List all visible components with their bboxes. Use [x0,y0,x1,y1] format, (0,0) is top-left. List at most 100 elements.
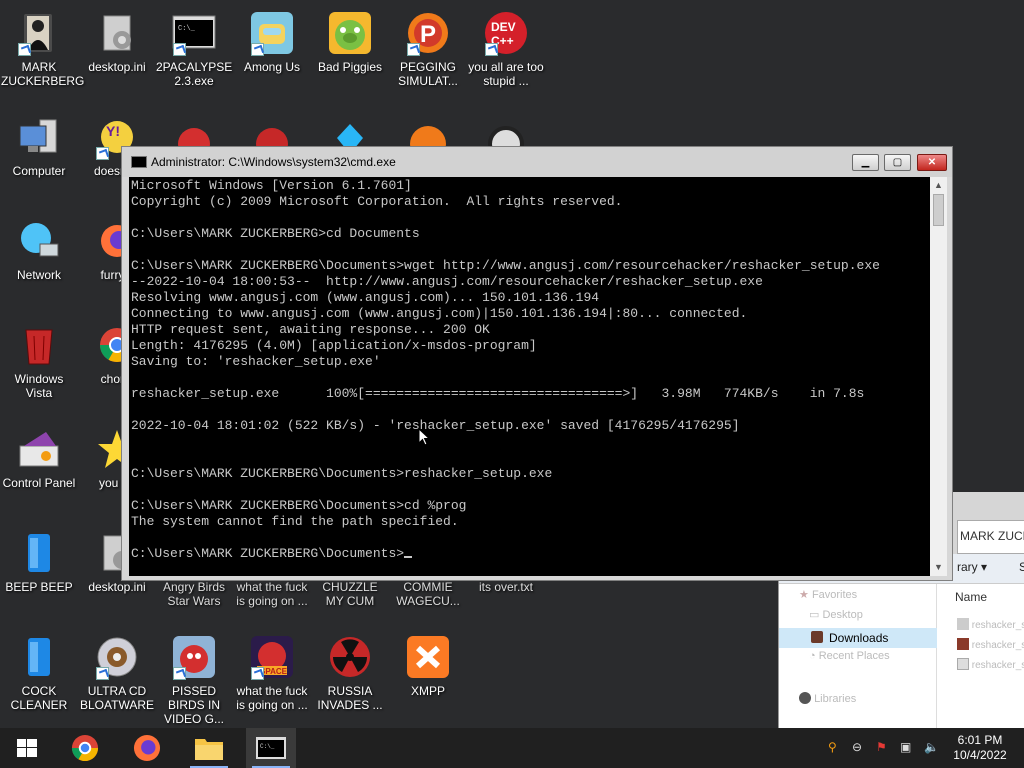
user-folder-icon [16,10,62,56]
file-row[interactable]: reshacker_setup [957,638,1024,651]
desktop-icon-among-us[interactable]: Among Us [233,4,311,74]
console-line: Saving to: 'reshacker_setup.exe' [131,354,381,369]
file-name: reshacker_setup [971,660,1024,671]
console-line: C:\Users\MARK ZUCKERBERG>cd Documents [131,226,420,241]
start-button[interactable] [2,728,52,768]
minimize-button[interactable]: ▁ [852,154,879,171]
taskbar: C:\_ ⚲ ⊖ ⚑ ▣ 🔈 6:01 PM 10/4/2022 [0,728,1024,768]
mouse-cursor-icon [418,428,430,446]
icon-label: CHUZZLE MY CUM [322,580,378,608]
file-name: reshacker_setup [971,640,1024,651]
desktop-icon-desktop-ini[interactable]: desktop.ini [78,4,156,74]
close-button[interactable]: ✕ [917,154,947,171]
icon-label: its over.txt [478,580,534,594]
desktop-icon-russia-invades[interactable]: RUSSIA INVADES ... [311,628,389,712]
icon-label: Bad Piggies [317,60,383,74]
library-dropdown[interactable]: rary ▾ [957,560,987,574]
console-line: reshacker_setup.exe 100%[===============… [131,386,865,401]
downloads-icon [811,631,823,643]
file-row[interactable]: reshacker_setup [957,618,1024,631]
volume-mixer-icon[interactable]: ⊖ [852,740,862,754]
vertical-scrollbar[interactable]: ▲ ▼ [930,177,947,576]
cmd-icon [131,156,147,168]
nav-item-label: Desktop [822,609,863,621]
console-line: The system cannot find the path specifie… [131,514,459,529]
desktop-icon-windows-vista[interactable]: Windows Vista [0,316,78,400]
file-row[interactable]: reshacker_setup [957,658,1024,671]
speaker-icon[interactable]: 🔈 [924,740,939,754]
desktop-icon-network[interactable]: Network [0,212,78,282]
radiation-icon [327,634,373,680]
desktop-icon-dev-cpp[interactable]: DEV C++ you all are too stupid ... [467,4,545,88]
desktop-icon-mark-zuckerberg[interactable]: MARK ZUCKERBERG [0,4,84,88]
nav-item-downloads[interactable]: Downloads [779,628,937,648]
clock-time: 6:01 PM [957,733,1003,747]
desktop-icon-pegging[interactable]: P PEGGING SIMULAT... [389,4,467,88]
desktop-icon-cock-cleaner[interactable]: COCK CLEANER [0,628,78,712]
windows-logo-icon [17,739,37,757]
nav-item-libraries[interactable]: Libraries [799,692,856,705]
cmd-window[interactable]: Administrator: C:\Windows\system32\cmd.e… [121,146,953,581]
column-header-name[interactable]: Name [955,590,987,604]
search-icon[interactable]: ⚲ [828,740,837,754]
desktop-icon-what-the-fuck-2[interactable]: SPACE what the fuck is going on ... [233,628,311,712]
cd-icon [94,634,140,680]
file-name: reshacker_setup [971,620,1024,631]
explorer-breadcrumb[interactable]: MARK ZUCK [957,520,1024,554]
icon-label: XMPP [410,684,445,698]
icon-label: Angry Birds Star Wars [162,580,226,608]
desktop-icon-beep-beep[interactable]: BEEP BEEP [0,524,78,594]
taskbar-explorer[interactable] [184,728,234,768]
blue-app-icon [16,530,62,576]
nav-item-label: Libraries [814,693,857,705]
desktop-icon-pissed-birds[interactable]: PISSED BIRDS IN VIDEO G... [155,628,233,726]
computer-icon [16,114,62,160]
breadcrumb-text: MARK ZUCK [960,529,1024,543]
console-line: C:\Users\MARK ZUCKERBERG\Documents>resha… [131,466,553,481]
console-line: --2022-10-04 18:00:53-- http://www.angus… [131,274,763,289]
console-output[interactable]: Microsoft Windows [Version 6.1.7601] Copy… [129,177,930,576]
console-exe-icon: C:\_ [171,10,217,56]
cmd-titlebar[interactable]: Administrator: C:\Windows\system32\cmd.e… [122,147,952,177]
desktop-icon-computer[interactable]: Computer [0,108,78,178]
taskbar-firefox[interactable] [122,728,172,768]
icon-label: what the fuck is going on ... [236,684,308,712]
network-tray-icon[interactable]: ▣ [900,740,911,754]
scrollbar-thumb[interactable] [933,194,944,226]
desktop-icon-2pacalypse[interactable]: C:\_ 2PACALYPSE 2.3.exe [155,4,233,88]
nav-item-recent[interactable]: ◔ Recent Places [809,650,890,662]
console-line: C:\Users\MARK ZUCKERBERG\Documents>wget … [131,258,880,273]
desktop-icon-control-panel[interactable]: Control Panel [0,420,78,490]
nav-item-favorites[interactable]: ★ Favorites [799,588,857,601]
file-icon [957,618,969,630]
folder-icon [195,739,223,760]
maximize-button[interactable]: ▢ [884,154,911,171]
console-line: Resolving www.angusj.com (www.angusj.com… [131,290,600,305]
action-center-flag-icon[interactable]: ⚑ [876,740,887,754]
icon-label: COCK CLEANER [10,684,68,712]
desktop-icon-bad-piggies[interactable]: Bad Piggies [311,4,389,74]
scroll-up-icon[interactable]: ▲ [930,177,947,194]
icon-label: you all are too stupid ... [468,60,544,88]
clock[interactable]: 6:01 PM 10/4/2022 [948,733,1012,763]
navigation-pane: ★ Favorites ▭ Desktop Downloads ◔ Recent… [779,584,937,728]
file-icon [957,638,969,650]
taskbar-chrome[interactable] [60,728,110,768]
toolbar-more[interactable]: S [1019,560,1024,574]
file-list: Name reshacker_setup reshacker_setup res… [937,584,1024,728]
recycle-bin-icon [16,322,62,368]
desktop-icon-xmpp[interactable]: XMPP [389,628,467,698]
taskbar-cmd[interactable]: C:\_ [246,728,296,768]
angry-birds-icon [171,634,217,680]
icon-label: 2PACALYPSE 2.3.exe [156,60,233,88]
nav-item-desktop[interactable]: ▭ Desktop [809,608,863,621]
icon-label: desktop.ini [88,580,146,594]
scroll-down-icon[interactable]: ▼ [930,559,947,576]
desktop-icon-ultra-cd[interactable]: ULTRA CD BLOATWARE [78,628,156,712]
icon-label: desktop.ini [88,60,146,74]
